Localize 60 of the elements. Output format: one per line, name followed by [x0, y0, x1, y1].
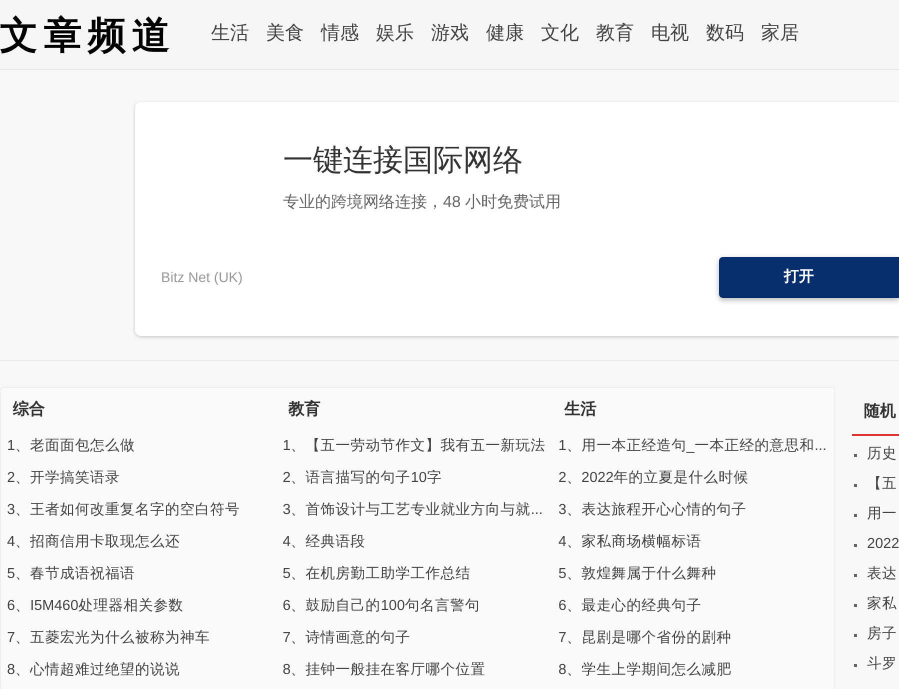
- article-link[interactable]: 4、招商信用卡取现怎么还: [7, 526, 283, 558]
- sidebar-link[interactable]: 表达: [867, 564, 897, 586]
- ad-subtitle: 专业的跨境网络连接，48 小时免费试用: [283, 192, 562, 213]
- article-link[interactable]: 2、2022年的立夏是什么时候: [558, 462, 834, 494]
- article-link[interactable]: 5、春节成语祝福语: [7, 558, 283, 590]
- bullet-icon: [854, 664, 857, 666]
- sidebar-heading: 随机: [852, 387, 899, 436]
- column-heading: 综合: [12, 399, 46, 420]
- open-button[interactable]: 打开: [719, 257, 899, 298]
- nav-link[interactable]: 游戏: [431, 20, 469, 49]
- nav-link[interactable]: 数码: [706, 20, 744, 49]
- bullet-icon: [854, 544, 857, 546]
- sidebar-link[interactable]: 斗罗: [867, 654, 897, 676]
- nav-link[interactable]: 情感: [321, 20, 359, 49]
- article-link[interactable]: 5、在机房勤工助学工作总结: [282, 558, 558, 590]
- sidebar-link[interactable]: 【五: [867, 474, 897, 496]
- site-logo[interactable]: 文章频道: [0, 6, 190, 63]
- article-link[interactable]: 6、最走心的经典句子: [558, 590, 834, 622]
- article-link[interactable]: 3、表达旅程开心心情的句子: [558, 494, 834, 526]
- article-link[interactable]: 3、王者如何改重复名字的空白符号: [7, 494, 283, 526]
- article-link[interactable]: 3、首饰设计与工艺专业就业方向与就...: [282, 494, 558, 526]
- article-link[interactable]: 1、用一本正经造句_一本正经的意思和...: [558, 430, 834, 462]
- article-link[interactable]: 7、昆剧是哪个省份的剧种: [558, 622, 834, 654]
- bullet-icon: [854, 574, 857, 576]
- nav-link[interactable]: 家居: [761, 20, 799, 49]
- nav-link[interactable]: 娱乐: [376, 20, 414, 49]
- article-link[interactable]: 2、语言描写的句子10字: [282, 462, 558, 494]
- bullet-icon: [854, 454, 857, 456]
- sidebar-link[interactable]: 用一: [867, 504, 897, 526]
- article-link[interactable]: 1、【五一劳动节作文】我有五一新玩法: [282, 430, 558, 462]
- advertiser-name: Bitz Net (UK): [161, 268, 243, 287]
- article-link[interactable]: 1、老面面包怎么做: [7, 430, 283, 462]
- article-link[interactable]: 4、家私商场横幅标语: [558, 526, 834, 558]
- article-link[interactable]: 8、心情超难过绝望的说说: [7, 654, 283, 686]
- nav-link[interactable]: 教育: [596, 20, 634, 49]
- article-link[interactable]: 7、诗情画意的句子: [282, 622, 558, 654]
- bullet-icon: [854, 604, 857, 606]
- article-link[interactable]: 6、I5M460处理器相关参数: [7, 590, 283, 622]
- article-link[interactable]: 4、经典语段: [282, 526, 558, 558]
- nav-link[interactable]: 健康: [486, 20, 524, 49]
- ad-title: 一键连接国际网络: [283, 143, 524, 179]
- sidebar-link[interactable]: 房子: [867, 624, 897, 646]
- bullet-icon: [854, 484, 857, 486]
- nav-link[interactable]: 电视: [651, 20, 689, 49]
- article-link[interactable]: 8、挂钟一般挂在客厅哪个位置: [282, 654, 558, 686]
- nav-link[interactable]: 美食: [266, 20, 304, 49]
- article-link[interactable]: 7、五菱宏光为什么被称为神车: [7, 622, 283, 654]
- article-link[interactable]: 6、鼓励自己的100句名言警句: [282, 590, 558, 622]
- column-heading: 教育: [287, 398, 322, 420]
- article-link[interactable]: 8、学生上学期间怎么减肥: [558, 654, 834, 686]
- bullet-icon: [854, 514, 857, 516]
- bullet-icon: [854, 634, 857, 636]
- column-heading: 生活: [563, 400, 598, 420]
- article-link[interactable]: 5、敦煌舞属于什么舞种: [558, 558, 834, 590]
- nav-link[interactable]: 文化: [541, 20, 579, 49]
- sidebar-link[interactable]: 2022: [867, 534, 899, 556]
- sidebar-link[interactable]: 历史: [867, 444, 897, 466]
- nav-link[interactable]: 生活: [211, 20, 249, 49]
- article-link[interactable]: 2、开学搞笑语录: [7, 462, 283, 494]
- sidebar-link[interactable]: 家私: [867, 594, 897, 616]
